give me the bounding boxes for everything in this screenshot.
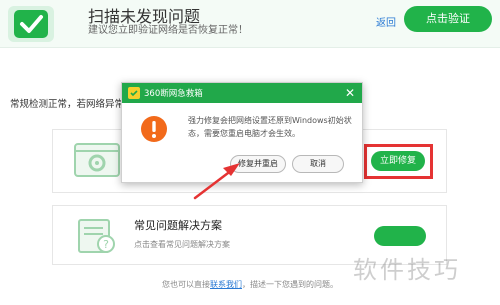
- footer-text-before: 您也可以直接: [162, 280, 210, 289]
- exclamation-icon: [141, 116, 167, 142]
- contact-us-link[interactable]: 联系我们: [210, 280, 242, 289]
- dialog-title: 360断网急救箱: [144, 89, 203, 99]
- dialog-message: 强力修复会把网络设置还原到Windows初始状态，需要您重启电脑才会生效。: [188, 116, 352, 138]
- repair-now-button[interactable]: 立即修复: [371, 151, 425, 171]
- app-logo-icon: [128, 87, 140, 99]
- view-solutions-button[interactable]: [374, 226, 426, 246]
- svg-text:?: ?: [103, 238, 109, 251]
- solutions-title: 常见问题解决方案: [134, 219, 222, 232]
- cancel-button[interactable]: 取消: [292, 155, 344, 173]
- status-text: 常规检测正常，若网络异常: [10, 99, 125, 110]
- verify-button[interactable]: 点击验证: [404, 6, 492, 32]
- watermark: 软件技巧: [353, 256, 461, 284]
- repair-and-restart-button[interactable]: 修复并重启: [230, 155, 286, 173]
- dialog-titlebar: 360断网急救箱 ✕: [122, 83, 362, 103]
- shield-check-icon: [8, 6, 54, 42]
- solutions-description: 点击查看常见问题解决方案: [134, 240, 230, 249]
- back-link[interactable]: 返回: [376, 14, 396, 29]
- browser-gear-icon: [74, 143, 120, 177]
- header: 扫描未发现问题 建议您立即验证网络是否恢复正常！ 返回 点击验证: [0, 0, 500, 48]
- repair-confirm-dialog: 360断网急救箱 ✕ 强力修复会把网络设置还原到Windows初始状态，需要您重…: [121, 82, 363, 183]
- footer-text-after: ，描述一下您遇到的问题。: [242, 280, 338, 289]
- close-icon[interactable]: ✕: [343, 86, 357, 100]
- page-subtitle: 建议您立即验证网络是否恢复正常！: [88, 25, 248, 36]
- document-help-icon: ?: [78, 219, 115, 253]
